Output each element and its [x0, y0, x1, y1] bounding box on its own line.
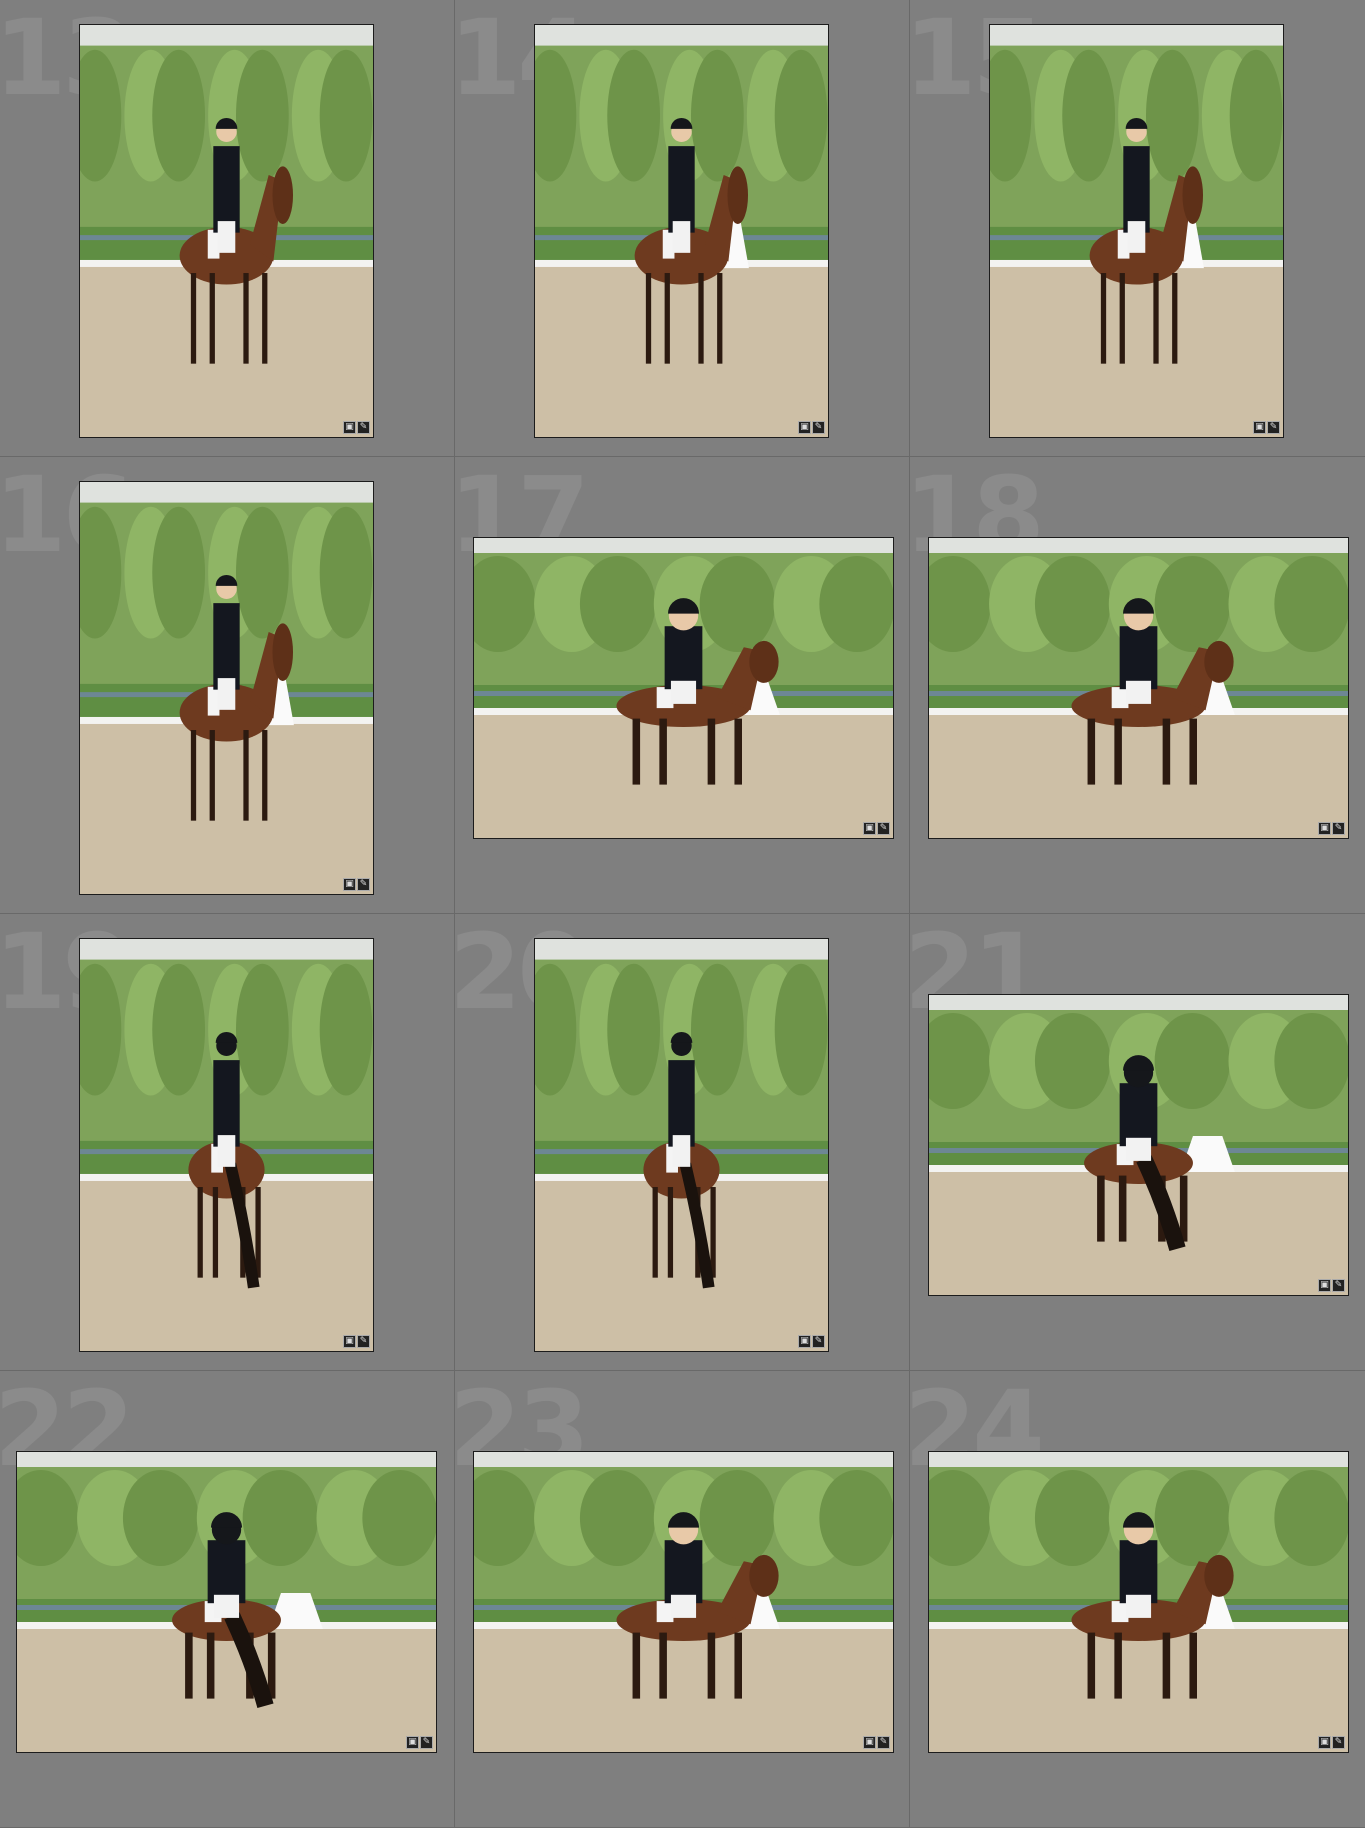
- edit-icon[interactable]: ✎: [357, 421, 370, 434]
- crop-icon[interactable]: ▣: [1318, 822, 1331, 835]
- photo-image: [929, 538, 1348, 838]
- grid-cell[interactable]: 19 ▣ ✎: [0, 914, 455, 1371]
- thumbnail-badges: ▣ ✎: [798, 421, 825, 434]
- photo-thumbnail[interactable]: ▣ ✎: [16, 1451, 437, 1753]
- thumbnail-badges: ▣ ✎: [343, 1335, 370, 1348]
- crop-icon[interactable]: ▣: [798, 421, 811, 434]
- photo-image: [929, 1452, 1348, 1752]
- photo-thumbnail[interactable]: ▣ ✎: [989, 24, 1284, 438]
- thumbnail-badges: ▣ ✎: [1318, 822, 1345, 835]
- grid-cell[interactable]: 16 ▣ ✎: [0, 457, 455, 914]
- thumbnail-badges: ▣ ✎: [863, 822, 890, 835]
- photo-image: [535, 939, 828, 1351]
- crop-icon[interactable]: ▣: [863, 1736, 876, 1749]
- edit-icon[interactable]: ✎: [877, 1736, 890, 1749]
- thumbnail-badges: ▣ ✎: [343, 421, 370, 434]
- photo-image: [80, 482, 373, 894]
- thumbnail-badges: ▣ ✎: [1318, 1279, 1345, 1292]
- grid-cell[interactable]: 18 ▣ ✎: [910, 457, 1365, 914]
- photo-image: [535, 25, 828, 437]
- grid-cell[interactable]: 13 ▣ ✎: [0, 0, 455, 457]
- edit-icon[interactable]: ✎: [1332, 822, 1345, 835]
- thumbnail-badges: ▣ ✎: [1253, 421, 1280, 434]
- edit-icon[interactable]: ✎: [812, 421, 825, 434]
- grid-cell[interactable]: 20 ▣ ✎: [455, 914, 910, 1371]
- crop-icon[interactable]: ▣: [1318, 1279, 1331, 1292]
- edit-icon[interactable]: ✎: [812, 1335, 825, 1348]
- photo-thumbnail[interactable]: ▣ ✎: [534, 24, 829, 438]
- crop-icon[interactable]: ▣: [343, 421, 356, 434]
- thumbnail-badges: ▣ ✎: [863, 1736, 890, 1749]
- photo-thumbnail[interactable]: ▣ ✎: [928, 1451, 1349, 1753]
- grid-cell[interactable]: 24 ▣ ✎: [910, 1371, 1365, 1828]
- photo-image: [474, 538, 893, 838]
- photo-image: [474, 1452, 893, 1752]
- photo-thumbnail[interactable]: ▣ ✎: [928, 994, 1349, 1296]
- photo-thumbnail[interactable]: ▣ ✎: [79, 24, 374, 438]
- crop-icon[interactable]: ▣: [406, 1736, 419, 1749]
- photo-image: [17, 1452, 436, 1752]
- crop-icon[interactable]: ▣: [1318, 1736, 1331, 1749]
- edit-icon[interactable]: ✎: [1332, 1736, 1345, 1749]
- grid-cell[interactable]: 23 ▣ ✎: [455, 1371, 910, 1828]
- photo-thumbnail[interactable]: ▣ ✎: [79, 938, 374, 1352]
- edit-icon[interactable]: ✎: [357, 878, 370, 891]
- photo-thumbnail[interactable]: ▣ ✎: [928, 537, 1349, 839]
- edit-icon[interactable]: ✎: [1267, 421, 1280, 434]
- thumbnail-badges: ▣ ✎: [343, 878, 370, 891]
- crop-icon[interactable]: ▣: [863, 822, 876, 835]
- grid-cell[interactable]: 17 ▣ ✎: [455, 457, 910, 914]
- edit-icon[interactable]: ✎: [420, 1736, 433, 1749]
- crop-icon[interactable]: ▣: [1253, 421, 1266, 434]
- photo-thumbnail[interactable]: ▣ ✎: [473, 537, 894, 839]
- photo-image: [80, 939, 373, 1351]
- photo-grid: 13 ▣ ✎ 14 ▣ ✎ 15 ▣ ✎ 16 ▣ ✎ 17 ▣ ✎ 18 ▣ ✎ 19 ▣ ✎ 20 ▣ ✎ 21 ▣ ✎ 22 ▣ ✎…: [0, 0, 1365, 1828]
- crop-icon[interactable]: ▣: [343, 1335, 356, 1348]
- photo-image: [929, 995, 1348, 1295]
- thumbnail-badges: ▣ ✎: [798, 1335, 825, 1348]
- photo-thumbnail[interactable]: ▣ ✎: [473, 1451, 894, 1753]
- edit-icon[interactable]: ✎: [1332, 1279, 1345, 1292]
- photo-thumbnail[interactable]: ▣ ✎: [79, 481, 374, 895]
- edit-icon[interactable]: ✎: [357, 1335, 370, 1348]
- edit-icon[interactable]: ✎: [877, 822, 890, 835]
- grid-cell[interactable]: 15 ▣ ✎: [910, 0, 1365, 457]
- grid-cell[interactable]: 21 ▣ ✎: [910, 914, 1365, 1371]
- crop-icon[interactable]: ▣: [798, 1335, 811, 1348]
- photo-image: [80, 25, 373, 437]
- thumbnail-badges: ▣ ✎: [1318, 1736, 1345, 1749]
- grid-cell[interactable]: 22 ▣ ✎: [0, 1371, 455, 1828]
- thumbnail-badges: ▣ ✎: [406, 1736, 433, 1749]
- crop-icon[interactable]: ▣: [343, 878, 356, 891]
- grid-cell[interactable]: 14 ▣ ✎: [455, 0, 910, 457]
- photo-thumbnail[interactable]: ▣ ✎: [534, 938, 829, 1352]
- photo-image: [990, 25, 1283, 437]
